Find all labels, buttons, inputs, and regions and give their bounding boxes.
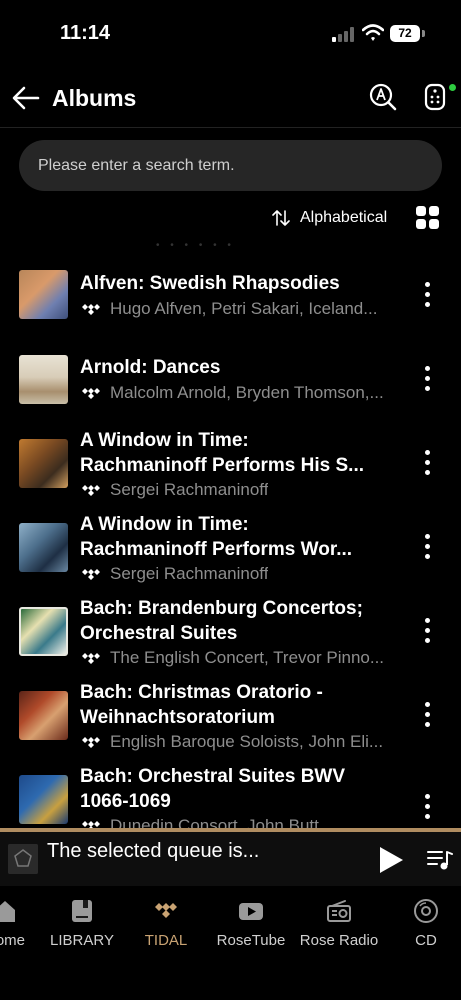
album-artist: Malcolm Arnold, Bryden Thomson,... [80, 382, 410, 404]
play-icon[interactable] [378, 846, 404, 874]
battery-level: 72 [390, 25, 420, 42]
tab-bar: Home LIBRARY TIDAL RoseTube Rose Radio [0, 886, 461, 1000]
tab-rosetube[interactable]: RoseTube [213, 898, 289, 949]
status-time: 11:14 [60, 22, 111, 44]
artist-text: The English Concert, Trevor Pinno... [110, 648, 385, 667]
album-artist: English Baroque Soloists, John Eli... [80, 731, 410, 753]
app-header: Albums [0, 70, 461, 128]
tidal-icon [82, 569, 100, 580]
album-row[interactable]: Arnold: Dances Malcolm Arnold, Bryden Th… [0, 338, 461, 422]
artist-text: Malcolm Arnold, Bryden Thomson,... [110, 383, 384, 402]
tab-label: Home [0, 932, 25, 949]
album-row[interactable]: Alfven: Swedish Rhapsodies Hugo Alfven, … [0, 254, 461, 338]
tidal-icon [82, 737, 100, 748]
album-row[interactable]: Bach: Christmas Oratorio - Weihnachtsora… [0, 674, 461, 758]
album-cover [19, 355, 68, 404]
connected-indicator [449, 84, 456, 91]
album-cover [19, 607, 68, 656]
album-artist: Sergei Rachmaninoff [80, 479, 410, 501]
album-title: A Window in Time: Rachmaninoff Performs … [80, 514, 353, 560]
mini-player[interactable]: The selected queue is... [0, 828, 461, 886]
page-title: Albums [52, 85, 137, 111]
cd-icon [414, 899, 438, 923]
cellular-signal-icon [332, 27, 354, 42]
search-input[interactable] [38, 140, 423, 191]
tidal-icon [82, 653, 100, 664]
search-a-icon[interactable] [368, 82, 398, 112]
artist-text: Sergei Rachmaninoff [110, 480, 269, 499]
play-video-icon [239, 903, 263, 920]
search-bar[interactable] [19, 140, 442, 191]
tab-cd[interactable]: CD [400, 898, 452, 949]
battery-cap [422, 30, 425, 37]
status-bar: 11:14 72 [0, 0, 461, 70]
more-options-icon[interactable] [420, 366, 436, 392]
album-row[interactable]: Bach: Brandenburg Concertos; Orchestral … [0, 590, 461, 674]
tidal-icon [82, 821, 100, 828]
album-title: Alfven: Swedish Rhapsodies [80, 273, 340, 294]
album-row[interactable]: A Window in Time: Rachmaninoff Performs … [0, 422, 461, 506]
tidal-icon [82, 304, 100, 315]
artist-text: Hugo Alfven, Petri Sakari, Iceland... [110, 299, 378, 318]
artist-text: English Baroque Soloists, John Eli... [110, 732, 384, 751]
tab-label: CD [415, 932, 437, 949]
library-icon [72, 900, 92, 922]
tab-label: RoseTube [216, 932, 286, 949]
wifi-icon [362, 24, 384, 41]
album-artist: Hugo Alfven, Petri Sakari, Iceland... [80, 298, 410, 320]
now-playing-artwork [8, 844, 38, 874]
album-cover [19, 691, 68, 740]
album-cover [19, 439, 68, 488]
more-options-icon[interactable] [420, 702, 436, 728]
scroll-indicator: • • • • • • [156, 240, 235, 251]
album-row[interactable]: Bach: Orchestral Suites BWV 1066-1069 Du… [0, 758, 461, 828]
tab-label: LIBRARY [50, 932, 114, 949]
tab-label: TIDAL [144, 932, 188, 949]
album-title: A Window in Time: Rachmaninoff Performs … [80, 430, 365, 476]
remote-control-icon[interactable] [420, 82, 450, 112]
artist-text: Sergei Rachmaninoff [110, 564, 269, 583]
artist-text: Dunedin Consort, John Butt [110, 816, 319, 828]
sort-button[interactable]: Alphabetical [272, 205, 387, 231]
album-row[interactable]: A Window in Time: Rachmaninoff Performs … [0, 506, 461, 590]
tidal-icon [82, 485, 100, 496]
sort-icon [272, 210, 290, 226]
more-options-icon[interactable] [420, 534, 436, 560]
more-options-icon[interactable] [420, 450, 436, 476]
more-options-icon[interactable] [420, 618, 436, 644]
album-title: Bach: Brandenburg Concertos; Orchestral … [80, 598, 363, 644]
more-options-icon[interactable] [420, 794, 436, 820]
album-cover [19, 523, 68, 572]
tab-label: Rose Radio [299, 932, 379, 949]
tab-library[interactable]: LIBRARY [47, 898, 117, 949]
more-options-icon[interactable] [420, 282, 436, 308]
album-cover [19, 775, 68, 824]
back-arrow-icon[interactable] [10, 82, 42, 114]
queue-icon[interactable] [427, 848, 453, 872]
home-icon [0, 901, 15, 922]
album-list: Alfven: Swedish Rhapsodies Hugo Alfven, … [0, 254, 461, 828]
album-artist: The English Concert, Trevor Pinno... [80, 647, 410, 669]
album-cover [19, 270, 68, 319]
tab-home[interactable]: Home [0, 898, 40, 949]
album-title: Arnold: Dances [80, 357, 221, 378]
tidal-icon [82, 388, 100, 399]
tab-rose-radio[interactable]: Rose Radio [297, 898, 381, 949]
radio-icon [327, 900, 351, 922]
album-artist: Sergei Rachmaninoff [80, 563, 410, 585]
sort-label: Alphabetical [300, 209, 388, 226]
tab-tidal[interactable]: TIDAL [136, 898, 196, 949]
tidal-icon [155, 903, 177, 918]
now-playing-title: The selected queue is... [47, 840, 260, 862]
album-title: Bach: Orchestral Suites BWV 1066-1069 [80, 766, 346, 812]
album-artist: Dunedin Consort, John Butt [80, 815, 410, 828]
album-title: Bach: Christmas Oratorio - Weihnachtsora… [80, 682, 323, 728]
grid-view-icon[interactable] [416, 206, 440, 230]
